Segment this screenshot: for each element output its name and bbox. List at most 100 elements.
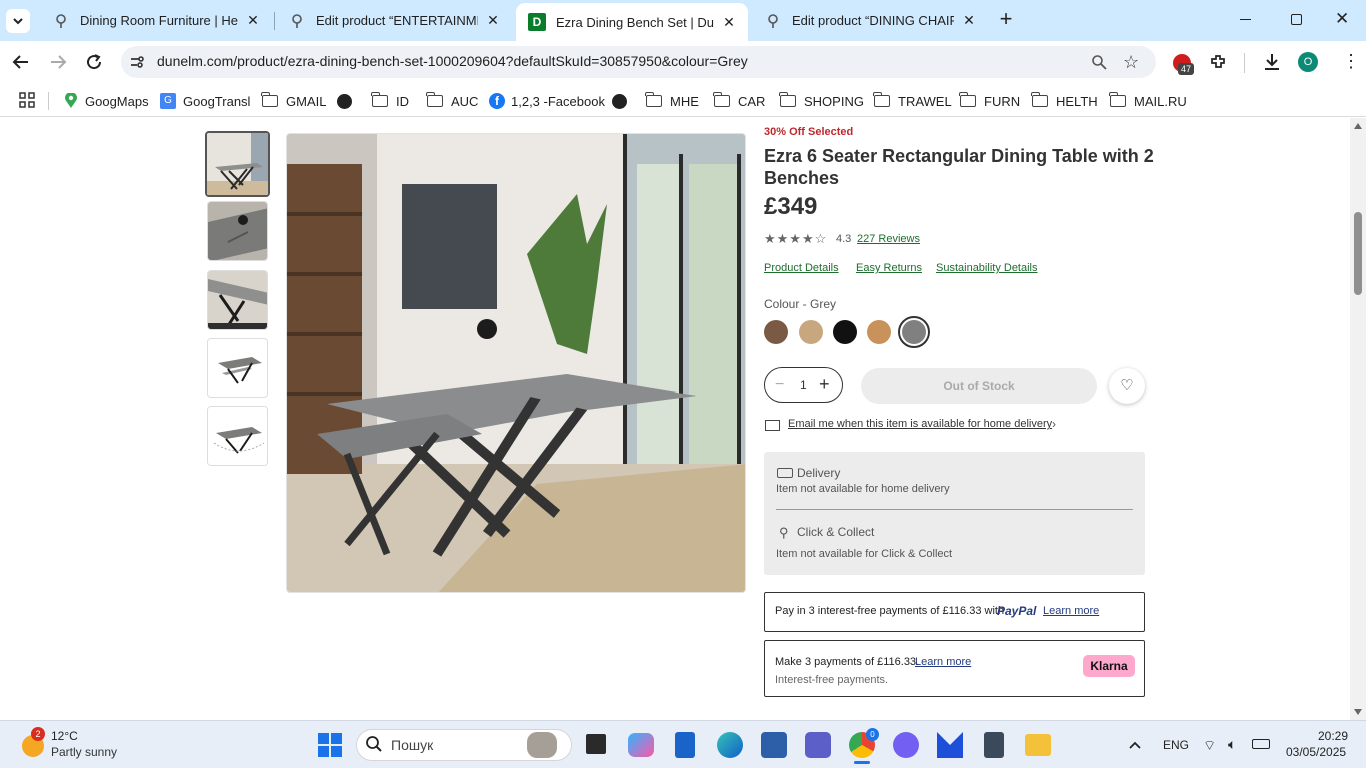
restore-icon[interactable] xyxy=(1291,14,1302,25)
clock-date[interactable]: 03/05/2025 xyxy=(1286,745,1346,759)
viber-icon[interactable] xyxy=(893,732,919,758)
bookmark-car[interactable]: CAR xyxy=(713,91,765,111)
quantity-stepper[interactable]: − 1 + xyxy=(764,367,843,403)
tab-dining-room-furniture[interactable]: Dining Room Furniture | Helen's ✕ xyxy=(40,0,272,41)
close-tab-icon[interactable]: ✕ xyxy=(960,12,978,30)
download-icon[interactable] xyxy=(1263,52,1281,77)
plus-icon[interactable]: + xyxy=(819,374,830,395)
extensions-puzzle-icon[interactable] xyxy=(1209,53,1227,76)
click-collect-person-icon: ⚲ xyxy=(779,525,789,540)
close-tab-icon[interactable]: ✕ xyxy=(484,12,502,30)
swatch-walnut[interactable] xyxy=(764,320,788,344)
thumbnail-1[interactable] xyxy=(205,131,270,197)
show-hidden-icons-chevron-icon[interactable] xyxy=(1128,737,1142,755)
bookmark-id[interactable]: ID xyxy=(371,91,409,111)
bookmark-globe-2[interactable] xyxy=(612,91,627,111)
close-tab-icon[interactable]: ✕ xyxy=(720,13,738,31)
envelope-icon xyxy=(765,420,780,431)
task-view-icon[interactable] xyxy=(586,734,606,754)
bookmark-auc[interactable]: AUC xyxy=(426,91,478,111)
minimize-icon[interactable] xyxy=(1240,19,1251,20)
volume-icon[interactable]: 🔈︎ xyxy=(1228,736,1236,753)
mail-app-icon[interactable] xyxy=(937,732,963,758)
bookmark-gmail[interactable]: GMAIL xyxy=(261,91,326,111)
new-tab-button[interactable]: + xyxy=(994,8,1018,32)
product-price: £349 xyxy=(764,193,818,220)
url-text[interactable]: dunelm.com/product/ezra-dining-bench-set… xyxy=(157,53,748,69)
swatch-black[interactable] xyxy=(833,320,857,344)
easy-returns-link[interactable]: Easy Returns xyxy=(856,262,922,274)
availability-panel: Delivery Item not available for home del… xyxy=(764,452,1145,575)
out-of-stock-button[interactable]: Out of Stock xyxy=(861,368,1097,404)
wishlist-heart-button[interactable]: ♡ xyxy=(1109,368,1145,404)
email-alert-link[interactable]: Email me when this item is available for… xyxy=(788,418,1052,430)
scroll-down-arrow-icon[interactable] xyxy=(1354,709,1362,715)
remote-desktop-icon[interactable] xyxy=(761,732,787,758)
close-window-icon[interactable]: ✕ xyxy=(1335,9,1349,29)
forward-arrow-icon[interactable] xyxy=(49,53,67,76)
klarna-learn-more-link[interactable]: Learn more xyxy=(915,656,971,668)
reviews-link[interactable]: 227 Reviews xyxy=(857,233,920,245)
thumbnail-4[interactable] xyxy=(207,338,268,398)
kebab-menu-icon[interactable]: ⋮ xyxy=(1342,52,1360,70)
notepad-app-icon[interactable] xyxy=(675,732,695,758)
swatch-oak[interactable] xyxy=(799,320,823,344)
folder-icon xyxy=(261,92,278,107)
tab-title: Edit product “ENTERTAINMENT xyxy=(316,13,478,28)
copilot-icon[interactable] xyxy=(628,733,654,757)
quantity-value[interactable]: 1 xyxy=(800,378,807,392)
back-arrow-icon[interactable] xyxy=(12,53,30,76)
language-indicator[interactable]: ENG xyxy=(1163,738,1189,752)
klarna-logo: Klarna xyxy=(1083,655,1135,677)
clock-time[interactable]: 20:29 xyxy=(1318,729,1348,743)
tab-edit-product-dining-chairs[interactable]: Edit product “DINING CHAIRS S ✕ xyxy=(752,0,988,41)
zoom-icon[interactable] xyxy=(1091,54,1107,75)
teams-icon[interactable] xyxy=(805,732,831,758)
bookmark-mailru[interactable]: MAIL.RU xyxy=(1109,91,1187,111)
main-product-image[interactable] xyxy=(286,133,746,593)
folder-icon xyxy=(1031,92,1048,107)
bookmark-googtransl[interactable]: G GoogTransl xyxy=(160,91,250,111)
bookmark-star-icon[interactable]: ☆ xyxy=(1123,52,1139,73)
bookmark-shoping[interactable]: SHOPING xyxy=(779,91,864,111)
bookmark-trawel[interactable]: TRAWEL xyxy=(873,91,952,111)
taskbar-search-box[interactable]: Пошук xyxy=(356,729,572,761)
thumbnail-2[interactable] xyxy=(207,201,268,261)
product-details-link[interactable]: Product Details xyxy=(764,262,839,274)
bookmark-mhe[interactable]: MHE xyxy=(645,91,699,111)
windows-start-icon[interactable] xyxy=(318,733,342,757)
edge-browser-icon[interactable] xyxy=(717,732,743,758)
bookmark-googmaps[interactable]: GoogMaps xyxy=(64,91,149,111)
bookmark-facebook[interactable]: f 1,2,3 -Facebook xyxy=(489,91,605,111)
wifi-icon[interactable]: ⌔ xyxy=(1203,737,1216,755)
scroll-up-arrow-icon[interactable] xyxy=(1354,123,1362,129)
tab-ezra-dining-bench-set[interactable]: D Ezra Dining Bench Set | Dunelm ✕ xyxy=(516,3,748,41)
chevron-down-icon xyxy=(13,18,23,25)
file-explorer-icon[interactable] xyxy=(1025,734,1051,756)
delivery-text: Item not available for home delivery xyxy=(776,483,950,495)
bookmark-helth[interactable]: HELTH xyxy=(1031,91,1098,111)
tab-edit-product-entertainment[interactable]: Edit product “ENTERTAINMENT ✕ xyxy=(276,0,512,41)
swatch-grey-selected[interactable] xyxy=(898,316,930,348)
calculator-icon[interactable] xyxy=(984,732,1004,758)
page-scrollbar[interactable] xyxy=(1350,118,1366,720)
apps-grid-icon[interactable] xyxy=(19,92,35,113)
battery-icon[interactable] xyxy=(1252,739,1270,749)
close-tab-icon[interactable]: ✕ xyxy=(244,12,262,30)
tab-favicon-icon xyxy=(764,12,782,30)
address-bar[interactable]: dunelm.com/product/ezra-dining-bench-set… xyxy=(121,46,1156,78)
bookmark-furn[interactable]: FURN xyxy=(959,91,1020,111)
swatch-natural[interactable] xyxy=(867,320,891,344)
site-info-icon[interactable] xyxy=(129,54,145,75)
minus-icon[interactable]: − xyxy=(775,376,784,394)
reload-icon[interactable] xyxy=(85,53,103,76)
tab-search-button[interactable] xyxy=(6,9,30,33)
scroll-thumb[interactable] xyxy=(1354,212,1362,295)
bookmark-globe[interactable] xyxy=(337,91,352,111)
thumbnail-3[interactable] xyxy=(207,270,268,330)
profile-avatar[interactable]: O xyxy=(1298,52,1318,72)
klarna-text: Make 3 payments of £116.33. xyxy=(775,656,920,668)
paypal-learn-more-link[interactable]: Learn more xyxy=(1043,605,1099,617)
sustainability-details-link[interactable]: Sustainability Details xyxy=(936,262,1038,274)
thumbnail-5[interactable] xyxy=(207,406,268,466)
